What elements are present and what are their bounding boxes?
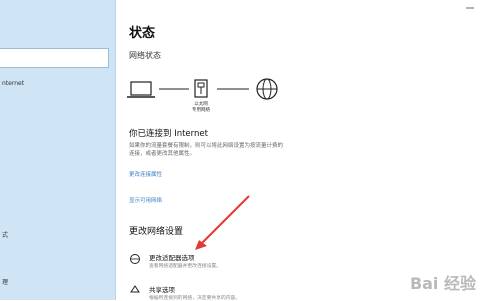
laptop-icon — [127, 81, 155, 98]
sharing-options-icon — [130, 285, 140, 293]
window-control-icon[interactable] — [464, 4, 476, 12]
adapter-options-icon — [130, 254, 140, 264]
adapter-name-label: 以太网 — [194, 100, 208, 107]
change-adapter-options-link[interactable]: 更改适配器选项 — [149, 252, 195, 262]
watermark: Bai 经验 — [409, 274, 476, 293]
change-connection-properties-link[interactable]: 更改连接属性 — [129, 170, 162, 178]
adapter-network-label: 专用网络 — [192, 106, 210, 113]
connection-status-text: 你已连接到 Internet — [129, 129, 208, 139]
network-diagram: 以太网 专用网络 — [127, 78, 278, 113]
sidebar-item-mode[interactable]: 式 — [2, 230, 8, 239]
change-network-settings-heading: 更改网络设置 — [129, 227, 184, 237]
show-available-networks-link[interactable]: 显示可用网络 — [129, 196, 162, 204]
page-title: 状态 — [129, 26, 156, 41]
main-content: 状态 网络状态 以太网 专用网络 你已连接到 Internet 如果你的流量套餐… — [115, 0, 480, 301]
settings-sidebar: nternet 式 理 — [0, 0, 116, 300]
sharing-options-link[interactable]: 共享选项 — [149, 284, 175, 294]
sidebar-item-internet[interactable]: nternet — [2, 80, 24, 87]
sidebar-item-proxy[interactable]: 理 — [2, 277, 8, 286]
globe-icon — [256, 78, 278, 100]
connection-description: 如果你的流量套餐有限制，则可以将此网络设置为按流量计费的 连接，或者更改其他属性… — [129, 143, 284, 157]
adapter-options-description: 查看网络适配器并更改连接设置。 — [149, 264, 221, 269]
search-input[interactable] — [0, 48, 109, 68]
ethernet-adapter-icon — [194, 79, 208, 98]
network-status-heading: 网络状态 — [129, 51, 161, 60]
